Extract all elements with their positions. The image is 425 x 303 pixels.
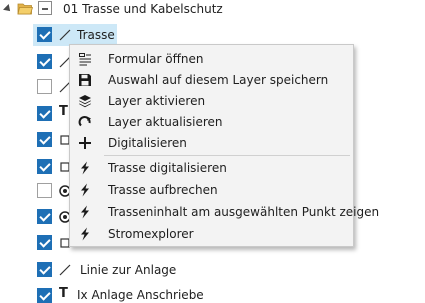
lightning-icon	[81, 227, 89, 241]
layer-checkbox[interactable]	[37, 106, 52, 121]
menu-item-digitalisieren[interactable]: Digitalisieren	[71, 133, 352, 154]
menu-item-formular-oeffnen[interactable]: Formular öffnen	[71, 49, 352, 70]
layer-checkbox[interactable]	[37, 159, 52, 174]
menu-item-label: Layer aktivieren	[108, 94, 206, 108]
menu-item-auswahl-speichern[interactable]: Auswahl auf diesem Layer speichern	[71, 70, 352, 91]
layer-group-label: 01 Trasse und Kabelschutz	[63, 2, 223, 16]
layer-checkbox[interactable]	[37, 54, 52, 69]
menu-item-layer-aktivieren[interactable]: Layer aktivieren	[71, 91, 352, 112]
layer-checkbox[interactable]	[37, 262, 52, 277]
menu-item-label: Digitalisieren	[108, 136, 187, 150]
lightning-icon	[81, 205, 89, 219]
menu-item-label: Trasseninhalt am ausgewählten Punkt zeig…	[108, 205, 380, 219]
save-icon	[79, 74, 91, 86]
tree-item-label: Trasse	[77, 28, 115, 42]
tree-item-label: Linie zur Anlage	[80, 263, 177, 277]
refresh-icon	[78, 116, 91, 127]
context-menu: Formular öffnen Auswahl auf diesem Layer…	[69, 44, 379, 247]
layer-checkbox[interactable]	[37, 132, 52, 147]
menu-item-label: Stromexplorer	[108, 227, 194, 241]
menu-item-trasse-digitalisieren[interactable]: Trasse digitalisieren	[71, 158, 352, 179]
form-icon	[79, 53, 91, 66]
root-checkbox[interactable]	[38, 1, 52, 15]
folder-open-icon	[17, 3, 33, 15]
layer-checkbox[interactable]	[37, 235, 52, 250]
text-icon: T	[59, 104, 68, 119]
layer-checkbox[interactable]	[37, 183, 52, 198]
layer-checkbox[interactable]	[37, 27, 52, 42]
plus-icon	[79, 137, 91, 149]
menu-item-label: Layer aktualisieren	[108, 115, 223, 129]
menu-item-label: Auswahl auf diesem Layer speichern	[108, 73, 329, 87]
menu-item-label: Formular öffnen	[108, 52, 204, 66]
menu-separator	[104, 155, 350, 156]
tree-item-label: Ix Anlage Anschriebe	[77, 288, 204, 302]
menu-item-label: Trasse digitalisieren	[108, 161, 227, 175]
menu-item-trasseninhalt-zeigen[interactable]: Trasseninhalt am ausgewählten Punkt zeig…	[71, 202, 379, 223]
expand-arrow-icon[interactable]	[3, 4, 13, 14]
menu-item-label: Trasse aufbrechen	[108, 183, 218, 197]
menu-item-stromexplorer[interactable]: Stromexplorer	[71, 224, 352, 245]
menu-item-layer-aktualisieren[interactable]: Layer aktualisieren	[71, 112, 352, 133]
lightning-icon	[81, 183, 89, 197]
line-icon	[59, 29, 71, 41]
menu-item-trasse-aufbrechen[interactable]: Trasse aufbrechen	[71, 180, 352, 201]
layers-icon	[79, 95, 91, 108]
layer-checkbox[interactable]	[37, 288, 52, 303]
lightning-icon	[81, 161, 89, 175]
layer-checkbox[interactable]	[37, 209, 52, 224]
line-icon	[59, 264, 71, 276]
layer-checkbox[interactable]	[37, 79, 52, 94]
